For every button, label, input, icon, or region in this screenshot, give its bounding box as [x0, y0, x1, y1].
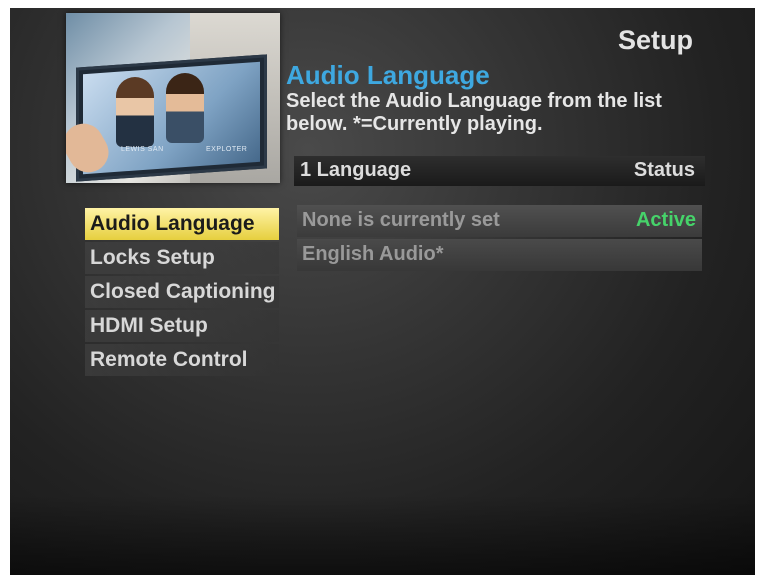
language-row-english[interactable]: English Audio*	[297, 239, 702, 271]
menu-item-closed-captioning[interactable]: Closed Captioning	[85, 276, 279, 308]
section-description: Select the Audio Language from the list …	[286, 90, 662, 135]
language-name: None is currently set	[302, 209, 500, 231]
menu-item-audio-language[interactable]: Audio Language	[85, 208, 279, 240]
preview-label-left: LEWIS SAN	[121, 146, 164, 153]
column-header-status: Status	[633, 159, 695, 181]
menu-item-label: Closed Captioning	[90, 280, 276, 303]
preview-person-1	[116, 77, 154, 147]
setup-menu: Audio Language Locks Setup Closed Captio…	[85, 208, 279, 378]
menu-item-locks-setup[interactable]: Locks Setup	[85, 242, 279, 274]
live-tv-preview: LEWIS SAN EXPLOTER	[66, 13, 280, 183]
menu-item-remote-control[interactable]: Remote Control	[85, 344, 279, 376]
page-title: Setup	[617, 25, 693, 55]
language-name: English Audio*	[302, 243, 444, 265]
menu-item-label: HDMI Setup	[90, 314, 208, 337]
menu-item-label: Locks Setup	[90, 246, 215, 269]
menu-item-label: Audio Language	[90, 212, 255, 235]
status-active: Active	[635, 209, 696, 231]
language-row-none[interactable]: None is currently set Active	[297, 205, 702, 237]
language-table-header: 1 Language Status	[294, 156, 705, 186]
column-header-language: 1 Language	[300, 159, 412, 181]
section-heading: Audio Language	[286, 60, 490, 90]
preview-person-2	[166, 73, 204, 143]
menu-item-label: Remote Control	[90, 348, 248, 371]
tv-screen: LEWIS SAN EXPLOTER Setup Audio Language …	[10, 8, 755, 575]
language-list: None is currently set Active English Aud…	[297, 205, 702, 273]
preview-label-right: EXPLOTER	[206, 146, 248, 153]
menu-item-hdmi-setup[interactable]: HDMI Setup	[85, 310, 279, 342]
